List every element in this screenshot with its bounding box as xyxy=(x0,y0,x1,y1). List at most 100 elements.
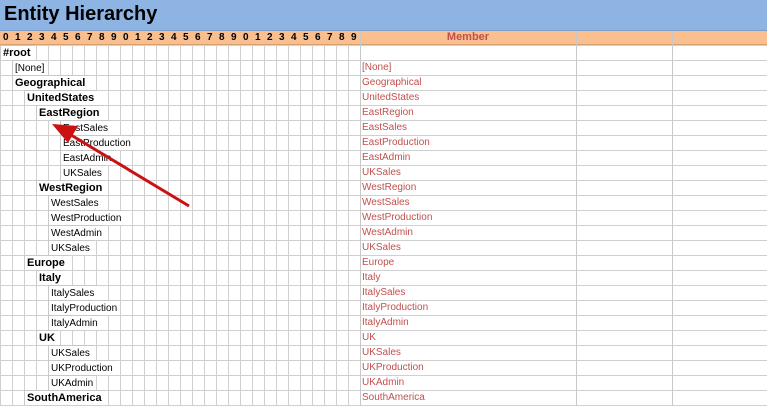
entity-name[interactable]: UK xyxy=(36,330,58,345)
level-digit: 7 xyxy=(87,32,93,43)
member-value[interactable]: UKSales xyxy=(362,240,401,255)
member-column-header: Member xyxy=(446,31,490,43)
level-digit: 5 xyxy=(63,32,69,43)
level-digit: 4 xyxy=(171,32,177,43)
hierarchy-row[interactable]: SouthAmerica SouthAmerica xyxy=(0,390,767,405)
entity-name[interactable]: SouthAmerica xyxy=(24,390,105,405)
level-digit: 5 xyxy=(303,32,309,43)
level-digit: 4 xyxy=(291,32,297,43)
entity-name[interactable]: ItalyAdmin xyxy=(48,315,101,330)
hierarchy-row[interactable]: [None] [None] xyxy=(0,60,767,75)
column-header-row: 012345678901234567890123456789 Member xyxy=(0,31,767,45)
level-digit: 6 xyxy=(75,32,81,43)
member-value[interactable]: UKAdmin xyxy=(362,375,404,390)
hierarchy-row[interactable]: WestRegion WestRegion xyxy=(0,180,767,195)
hierarchy-row[interactable]: Italy Italy xyxy=(0,270,767,285)
level-digit: 3 xyxy=(279,32,285,43)
entity-name[interactable]: EastSales xyxy=(60,120,112,135)
entity-name[interactable]: UKSales xyxy=(48,240,93,255)
level-digit: 9 xyxy=(111,32,117,43)
member-value[interactable]: UnitedStates xyxy=(362,90,419,105)
entity-name[interactable]: UKSales xyxy=(60,165,105,180)
entity-name[interactable]: ItalySales xyxy=(48,285,98,300)
hierarchy-row[interactable]: UKSales UKSales xyxy=(0,240,767,255)
hierarchy-row[interactable]: ItalyAdmin ItalyAdmin xyxy=(0,315,767,330)
member-value[interactable]: EastAdmin xyxy=(362,150,410,165)
hierarchy-row[interactable]: ItalyProduction ItalyProduction xyxy=(0,300,767,315)
member-value[interactable]: WestRegion xyxy=(362,180,416,195)
entity-name[interactable]: EastProduction xyxy=(60,135,134,150)
level-digit: 1 xyxy=(135,32,141,43)
entity-name[interactable]: [None] xyxy=(12,60,48,75)
entity-name[interactable]: UKProduction xyxy=(48,360,116,375)
member-value[interactable]: UKSales xyxy=(362,345,401,360)
hierarchy-row[interactable]: #root xyxy=(0,45,767,60)
hierarchy-row[interactable]: Europe Europe xyxy=(0,255,767,270)
level-digit: 6 xyxy=(315,32,321,43)
member-value[interactable]: SouthAmerica xyxy=(362,390,425,405)
level-digit: 0 xyxy=(243,32,249,43)
entity-name[interactable]: UnitedStates xyxy=(24,90,98,105)
member-value[interactable]: [None] xyxy=(362,60,391,75)
level-digit: 7 xyxy=(207,32,213,43)
entity-name[interactable]: EastRegion xyxy=(36,105,103,120)
hierarchy-row[interactable]: EastSales EastSales xyxy=(0,120,767,135)
member-value[interactable]: UKProduction xyxy=(362,360,424,375)
level-digit: 2 xyxy=(147,32,153,43)
member-value[interactable]: EastRegion xyxy=(362,105,414,120)
hierarchy-row[interactable]: EastRegion EastRegion xyxy=(0,105,767,120)
member-value[interactable]: ItalyProduction xyxy=(362,300,428,315)
entity-name[interactable]: Europe xyxy=(24,255,68,270)
level-digit: 1 xyxy=(255,32,261,43)
member-value[interactable]: EastSales xyxy=(362,120,407,135)
level-digit: 5 xyxy=(183,32,189,43)
member-value[interactable]: ItalySales xyxy=(362,285,405,300)
hierarchy-row[interactable]: EastProduction EastProduction xyxy=(0,135,767,150)
member-value[interactable]: UK xyxy=(362,330,376,345)
hierarchy-row[interactable]: WestSales WestSales xyxy=(0,195,767,210)
member-value[interactable]: EastProduction xyxy=(362,135,430,150)
level-digit: 0 xyxy=(3,32,9,43)
member-value[interactable]: ItalyAdmin xyxy=(362,315,409,330)
entity-name[interactable]: Italy xyxy=(36,270,65,285)
level-digit: 9 xyxy=(351,32,357,43)
level-digit: 6 xyxy=(195,32,201,43)
member-value[interactable]: WestProduction xyxy=(362,210,432,225)
level-digit: 9 xyxy=(231,32,237,43)
level-digit: 3 xyxy=(159,32,165,43)
level-digit: 8 xyxy=(219,32,225,43)
level-digit: 4 xyxy=(51,32,57,43)
hierarchy-row[interactable]: UK UK xyxy=(0,330,767,345)
entity-name[interactable]: EastAdmin xyxy=(60,150,115,165)
member-value[interactable]: UKSales xyxy=(362,165,401,180)
entity-name[interactable]: WestProduction xyxy=(48,210,125,225)
hierarchy-row[interactable]: UKSales UKSales xyxy=(0,345,767,360)
hierarchy-row[interactable]: WestAdmin WestAdmin xyxy=(0,225,767,240)
entity-name[interactable]: WestRegion xyxy=(36,180,106,195)
member-value[interactable]: Italy xyxy=(362,270,380,285)
hierarchy-row[interactable]: UKProduction UKProduction xyxy=(0,360,767,375)
entity-name[interactable]: ItalyProduction xyxy=(48,300,121,315)
level-digit: 2 xyxy=(27,32,33,43)
level-digit: 0 xyxy=(123,32,129,43)
level-digit: 3 xyxy=(39,32,45,43)
entity-name[interactable]: UKSales xyxy=(48,345,93,360)
member-value[interactable]: Europe xyxy=(362,255,394,270)
member-value[interactable]: Geographical xyxy=(362,75,421,90)
member-value[interactable]: WestAdmin xyxy=(362,225,413,240)
entity-name[interactable]: WestAdmin xyxy=(48,225,105,240)
hierarchy-row[interactable]: UKSales UKSales xyxy=(0,165,767,180)
hierarchy-row[interactable]: EastAdmin EastAdmin xyxy=(0,150,767,165)
hierarchy-row[interactable]: UKAdmin UKAdmin xyxy=(0,375,767,390)
hierarchy-row[interactable]: UnitedStates UnitedStates xyxy=(0,90,767,105)
member-value[interactable]: WestSales xyxy=(362,195,410,210)
hierarchy-row[interactable]: WestProduction WestProduction xyxy=(0,210,767,225)
level-digit: 8 xyxy=(99,32,105,43)
entity-name[interactable]: WestSales xyxy=(48,195,102,210)
hierarchy-row[interactable]: Geographical Geographical xyxy=(0,75,767,90)
entity-name[interactable]: UKAdmin xyxy=(48,375,97,390)
entity-name[interactable]: Geographical xyxy=(12,75,89,90)
hierarchy-row[interactable]: ItalySales ItalySales xyxy=(0,285,767,300)
entity-name[interactable]: #root xyxy=(0,45,34,60)
level-digit: 7 xyxy=(327,32,333,43)
